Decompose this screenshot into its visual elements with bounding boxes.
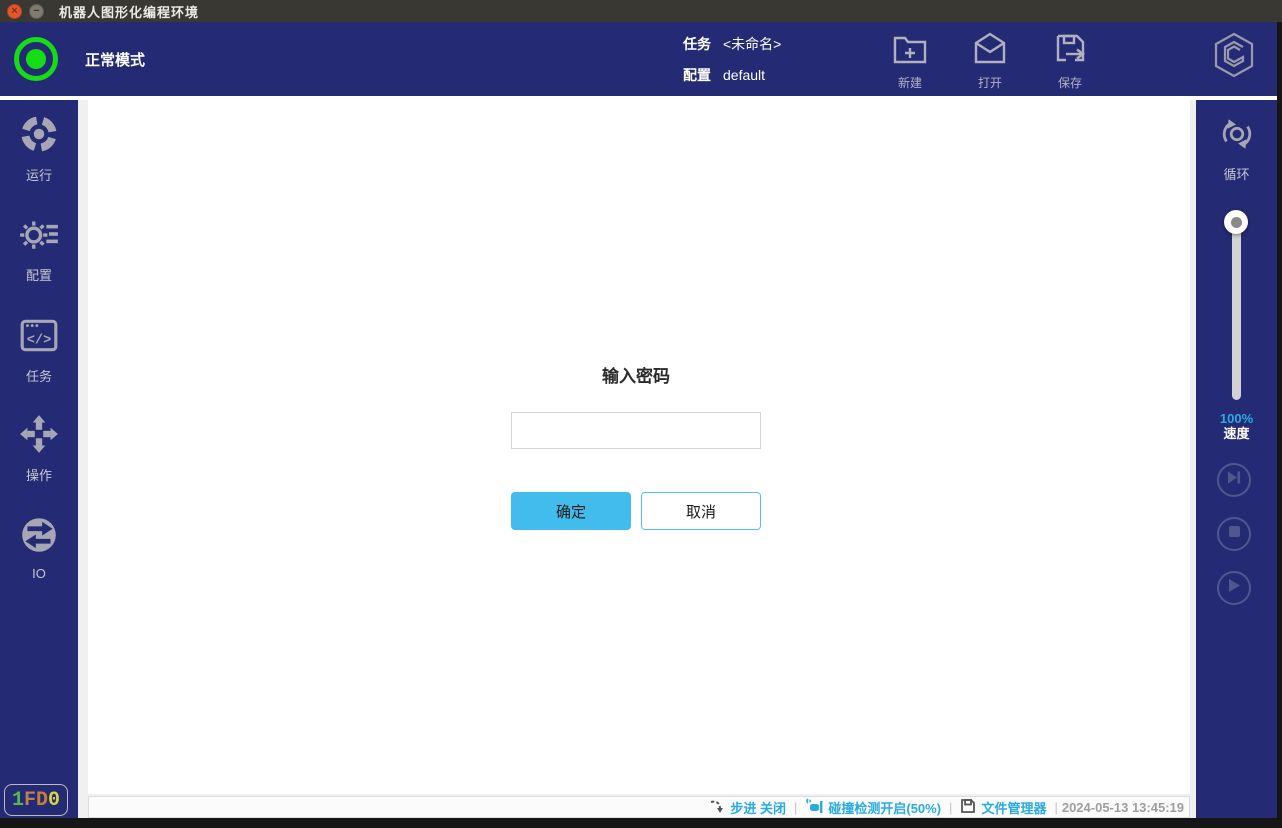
window-close-button[interactable]: × [7,4,22,19]
open-envelope-icon [971,30,1009,74]
new-label: 新建 [898,74,922,91]
collision-detection-toggle[interactable]: 碰撞检测开启(50%) [805,798,941,817]
io-exchange-icon [18,514,60,566]
gear-settings-icon [18,213,60,265]
open-label: 打开 [978,74,1002,91]
password-input[interactable] [511,412,761,449]
sidebar-item-label: 运行 [26,165,52,184]
password-dialog-title: 输入密码 [511,362,761,387]
badge-char: F [24,789,36,812]
clock-timestamp: 2024-05-13 13:45:19 [1062,800,1184,815]
sidebar-item-io[interactable]: IO [0,514,78,581]
mode-label: 正常模式 [85,49,145,70]
loop-label: 循环 [1223,164,1249,183]
stop-button[interactable] [1217,517,1251,551]
step-forward-button[interactable] [1217,463,1251,497]
config-label: 配置 [683,65,711,85]
speed-label: 速度 [1196,426,1277,441]
speed-readout: 100% 速度 [1196,411,1277,441]
loop-cycle-icon [1216,113,1258,164]
main-area: 输入密码 确定 取消 步进 关闭 | [78,100,1196,818]
left-sidebar: 运行 配置 </> [0,100,78,818]
step-mode-toggle[interactable]: 步进 关闭 [709,798,786,817]
header: 正常模式 任务 <未命名> 配置 default 新建 [0,22,1277,96]
cancel-button[interactable]: 取消 [641,492,761,530]
badge-char: 1 [12,789,24,812]
file-manager-button[interactable]: 文件管理器 [960,798,1046,817]
skip-next-icon [1227,470,1242,490]
stop-square-icon [1228,525,1241,543]
sidebar-item-label: IO [32,566,46,581]
titlebar: × − 机器人图形化编程环境 [0,0,1282,22]
code-window-icon: </> [18,314,60,366]
content-panel: 输入密码 确定 取消 [88,100,1190,794]
right-sidebar: 循环 100% 速度 [1196,100,1277,818]
status-code-badge[interactable]: 1FD0 [4,784,68,816]
file-manager-label: 文件管理器 [981,798,1046,817]
mode-indicator: 正常模式 [14,37,145,81]
collision-robot-icon [805,798,823,817]
ok-button[interactable]: 确定 [511,492,631,530]
app-logo-cube-icon [1209,29,1259,86]
save-task-button[interactable]: 保存 [1038,30,1102,91]
app-window: × − 机器人图形化编程环境 正常模式 任务 <未命名> 配置 default [0,0,1277,818]
sidebar-item-operate[interactable]: 操作 [0,413,78,484]
slider-thumb-dot [1231,217,1242,228]
open-task-button[interactable]: 打开 [958,30,1022,91]
task-label: 任务 [683,34,711,54]
speed-slider-thumb[interactable] [1224,210,1248,234]
run-target-icon [18,113,60,165]
speed-slider-track[interactable] [1232,214,1241,400]
new-task-button[interactable]: 新建 [878,30,942,91]
sidebar-item-config[interactable]: 配置 [0,213,78,284]
save-label: 保存 [1058,74,1082,91]
window-title: 机器人图形化编程环境 [59,2,199,21]
sidebar-item-label: 配置 [26,265,52,284]
badge-char: 0 [48,789,60,812]
task-config-info: 任务 <未命名> 配置 default [683,33,781,95]
collision-detection-label: 碰撞检测开启(50%) [828,798,941,817]
statusbar: 步进 关闭 | 碰撞检测开启(50%) | [88,796,1190,818]
play-triangle-icon [1227,578,1241,598]
badge-char: D [36,789,48,812]
status-separator: | [1054,800,1057,815]
save-floppy-icon [1051,30,1089,74]
header-toolbar: 新建 打开 [878,30,1102,91]
task-value: <未命名> [723,34,781,54]
step-arrow-icon [709,798,725,817]
password-dialog: 输入密码 确定 取消 [511,362,761,530]
step-mode-label: 步进 关闭 [730,798,786,817]
mode-status-icon [14,37,58,81]
config-value: default [723,67,765,83]
speed-percent: 100% [1196,411,1277,426]
new-folder-icon [891,30,929,74]
loop-mode-button[interactable]: 循环 [1196,113,1277,183]
status-separator: | [794,800,797,815]
svg-text:</>: </> [27,333,52,348]
file-manager-disk-icon [960,798,976,817]
sidebar-item-label: 任务 [26,366,52,385]
sidebar-item-label: 操作 [26,465,52,484]
window-minimize-button[interactable]: − [29,4,44,19]
sidebar-item-run[interactable]: 运行 [0,113,78,184]
sidebar-item-task[interactable]: </> 任务 [0,314,78,385]
status-separator: | [949,800,952,815]
play-button[interactable] [1217,571,1251,605]
move-arrows-icon [18,413,60,465]
